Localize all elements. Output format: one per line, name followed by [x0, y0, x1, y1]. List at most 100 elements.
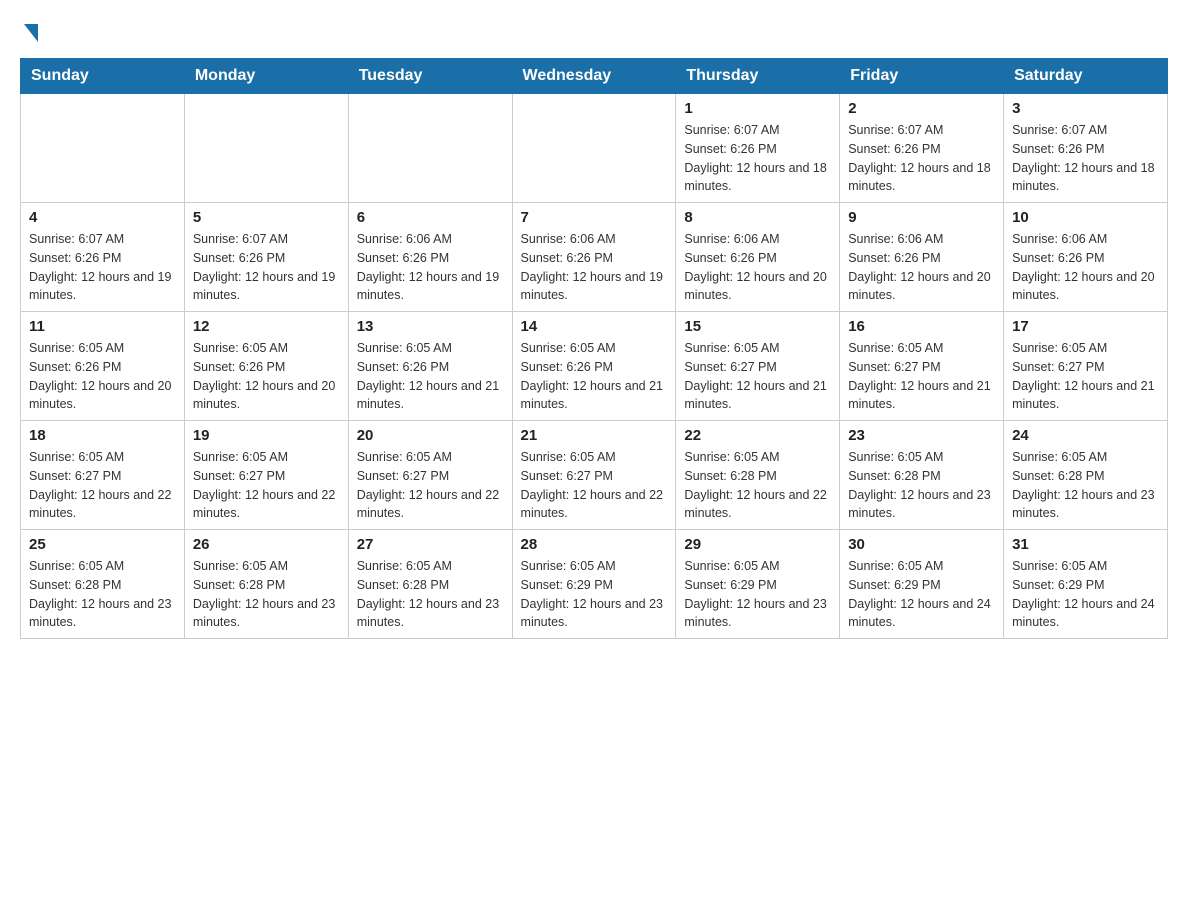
day-info: Sunrise: 6:05 AM Sunset: 6:27 PM Dayligh… [521, 448, 668, 523]
day-number: 15 [684, 318, 831, 335]
day-info: Sunrise: 6:06 AM Sunset: 6:26 PM Dayligh… [1012, 230, 1159, 305]
col-sunday: Sunday [21, 59, 185, 94]
col-tuesday: Tuesday [348, 59, 512, 94]
day-info: Sunrise: 6:05 AM Sunset: 6:26 PM Dayligh… [357, 339, 504, 414]
table-row: 14 Sunrise: 6:05 AM Sunset: 6:26 PM Dayli… [512, 312, 676, 421]
table-row: 9Sunrise: 6:06 AM Sunset: 6:26 PM Daylig… [840, 203, 1004, 312]
day-number: 7 [521, 209, 668, 226]
day-number: 6 [357, 209, 504, 226]
day-number: 8 [684, 209, 831, 226]
day-info: Sunrise: 6:05 AM Sunset: 6:28 PM Dayligh… [684, 448, 831, 523]
table-row: 30 Sunrise: 6:05 AM Sunset: 6:29 PM Dayli… [840, 530, 1004, 639]
table-row: 23Sunrise: 6:05 AM Sunset: 6:28 PM Dayli… [840, 421, 1004, 530]
day-number: 20 [357, 427, 504, 444]
day-info: Sunrise: 6:05 AM Sunset: 6:26 PM Dayligh… [193, 339, 340, 414]
day-number: 17 [1012, 318, 1159, 335]
table-row: 4 Sunrise: 6:07 AM Sunset: 6:26 PM Daylig… [21, 203, 185, 312]
col-saturday: Saturday [1004, 59, 1168, 94]
logo-triangle-icon [24, 24, 38, 42]
day-info: Sunrise: 6:07 AM Sunset: 6:26 PM Dayligh… [193, 230, 340, 305]
day-number: 12 [193, 318, 340, 335]
table-row: 12 Sunrise: 6:05 AM Sunset: 6:26 PM Dayli… [184, 312, 348, 421]
calendar-week-row: 4 Sunrise: 6:07 AM Sunset: 6:26 PM Daylig… [21, 203, 1168, 312]
day-info: Sunrise: 6:07 AM Sunset: 6:26 PM Dayligh… [29, 230, 176, 305]
day-number: 10 [1012, 209, 1159, 226]
table-row: 21 Sunrise: 6:05 AM Sunset: 6:27 PM Dayli… [512, 421, 676, 530]
day-number: 21 [521, 427, 668, 444]
day-info: Sunrise: 6:05 AM Sunset: 6:27 PM Dayligh… [193, 448, 340, 523]
table-row: 1 Sunrise: 6:07 AM Sunset: 6:26 PM Daylig… [676, 94, 840, 203]
table-row: 27 Sunrise: 6:05 AM Sunset: 6:28 PM Dayli… [348, 530, 512, 639]
table-row: 15 Sunrise: 6:05 AM Sunset: 6:27 PM Dayli… [676, 312, 840, 421]
col-friday: Friday [840, 59, 1004, 94]
day-info: Sunrise: 6:05 AM Sunset: 6:27 PM Dayligh… [684, 339, 831, 414]
day-info: Sunrise: 6:06 AM Sunset: 6:26 PM Dayligh… [684, 230, 831, 305]
day-info: Sunrise: 6:05 AM Sunset: 6:29 PM Dayligh… [1012, 557, 1159, 632]
day-number: 18 [29, 427, 176, 444]
col-monday: Monday [184, 59, 348, 94]
day-number: 13 [357, 318, 504, 335]
day-number: 24 [1012, 427, 1159, 444]
day-info: Sunrise: 6:06 AM Sunset: 6:26 PM Dayligh… [357, 230, 504, 305]
table-row: 28Sunrise: 6:05 AM Sunset: 6:29 PM Dayli… [512, 530, 676, 639]
day-info: Sunrise: 6:05 AM Sunset: 6:27 PM Dayligh… [357, 448, 504, 523]
day-info: Sunrise: 6:05 AM Sunset: 6:29 PM Dayligh… [521, 557, 668, 632]
day-number: 3 [1012, 100, 1159, 117]
calendar-week-row: 25 Sunrise: 6:05 AM Sunset: 6:28 PM Dayli… [21, 530, 1168, 639]
table-row: 25 Sunrise: 6:05 AM Sunset: 6:28 PM Dayli… [21, 530, 185, 639]
day-number: 16 [848, 318, 995, 335]
table-row: 24 Sunrise: 6:05 AM Sunset: 6:28 PM Dayli… [1004, 421, 1168, 530]
day-info: Sunrise: 6:05 AM Sunset: 6:28 PM Dayligh… [193, 557, 340, 632]
day-info: Sunrise: 6:05 AM Sunset: 6:26 PM Dayligh… [29, 339, 176, 414]
day-number: 2 [848, 100, 995, 117]
day-number: 25 [29, 536, 176, 553]
day-info: Sunrise: 6:06 AM Sunset: 6:26 PM Dayligh… [521, 230, 668, 305]
day-info: Sunrise: 6:05 AM Sunset: 6:28 PM Dayligh… [29, 557, 176, 632]
day-number: 26 [193, 536, 340, 553]
table-row: 16 Sunrise: 6:05 AM Sunset: 6:27 PM Dayli… [840, 312, 1004, 421]
day-number: 19 [193, 427, 340, 444]
day-info: Sunrise: 6:07 AM Sunset: 6:26 PM Dayligh… [848, 121, 995, 196]
day-info: Sunrise: 6:05 AM Sunset: 6:29 PM Dayligh… [684, 557, 831, 632]
calendar-week-row: 18 Sunrise: 6:05 AM Sunset: 6:27 PM Dayli… [21, 421, 1168, 530]
table-row: 17 Sunrise: 6:05 AM Sunset: 6:27 PM Dayli… [1004, 312, 1168, 421]
day-info: Sunrise: 6:05 AM Sunset: 6:27 PM Dayligh… [1012, 339, 1159, 414]
table-row: 19 Sunrise: 6:05 AM Sunset: 6:27 PM Dayli… [184, 421, 348, 530]
col-wednesday: Wednesday [512, 59, 676, 94]
day-info: Sunrise: 6:05 AM Sunset: 6:27 PM Dayligh… [29, 448, 176, 523]
day-number: 29 [684, 536, 831, 553]
day-number: 22 [684, 427, 831, 444]
day-info: Sunrise: 6:05 AM Sunset: 6:29 PM Dayligh… [848, 557, 995, 632]
day-number: 30 [848, 536, 995, 553]
day-number: 5 [193, 209, 340, 226]
day-number: 11 [29, 318, 176, 335]
day-number: 9 [848, 209, 995, 226]
table-row: 6 Sunrise: 6:06 AM Sunset: 6:26 PM Daylig… [348, 203, 512, 312]
table-row: 26 Sunrise: 6:05 AM Sunset: 6:28 PM Dayli… [184, 530, 348, 639]
page-header [20, 20, 1168, 38]
day-number: 23 [848, 427, 995, 444]
day-info: Sunrise: 6:07 AM Sunset: 6:26 PM Dayligh… [684, 121, 831, 196]
table-row [184, 94, 348, 203]
logo [20, 20, 38, 38]
table-row: 11 Sunrise: 6:05 AM Sunset: 6:26 PM Dayli… [21, 312, 185, 421]
table-row: 31 Sunrise: 6:05 AM Sunset: 6:29 PM Dayli… [1004, 530, 1168, 639]
day-info: Sunrise: 6:05 AM Sunset: 6:27 PM Dayligh… [848, 339, 995, 414]
day-info: Sunrise: 6:05 AM Sunset: 6:26 PM Dayligh… [521, 339, 668, 414]
day-info: Sunrise: 6:05 AM Sunset: 6:28 PM Dayligh… [357, 557, 504, 632]
calendar-week-row: 1 Sunrise: 6:07 AM Sunset: 6:26 PM Daylig… [21, 94, 1168, 203]
day-number: 1 [684, 100, 831, 117]
day-info: Sunrise: 6:05 AM Sunset: 6:28 PM Dayligh… [1012, 448, 1159, 523]
table-row: 3 Sunrise: 6:07 AM Sunset: 6:26 PM Daylig… [1004, 94, 1168, 203]
day-number: 4 [29, 209, 176, 226]
table-row: 29 Sunrise: 6:05 AM Sunset: 6:29 PM Dayli… [676, 530, 840, 639]
table-row: 20 Sunrise: 6:05 AM Sunset: 6:27 PM Dayli… [348, 421, 512, 530]
table-row: 13 Sunrise: 6:05 AM Sunset: 6:26 PM Dayli… [348, 312, 512, 421]
day-number: 14 [521, 318, 668, 335]
day-number: 31 [1012, 536, 1159, 553]
day-info: Sunrise: 6:07 AM Sunset: 6:26 PM Dayligh… [1012, 121, 1159, 196]
col-thursday: Thursday [676, 59, 840, 94]
day-number: 27 [357, 536, 504, 553]
table-row: 18 Sunrise: 6:05 AM Sunset: 6:27 PM Dayli… [21, 421, 185, 530]
table-row: 8 Sunrise: 6:06 AM Sunset: 6:26 PM Daylig… [676, 203, 840, 312]
